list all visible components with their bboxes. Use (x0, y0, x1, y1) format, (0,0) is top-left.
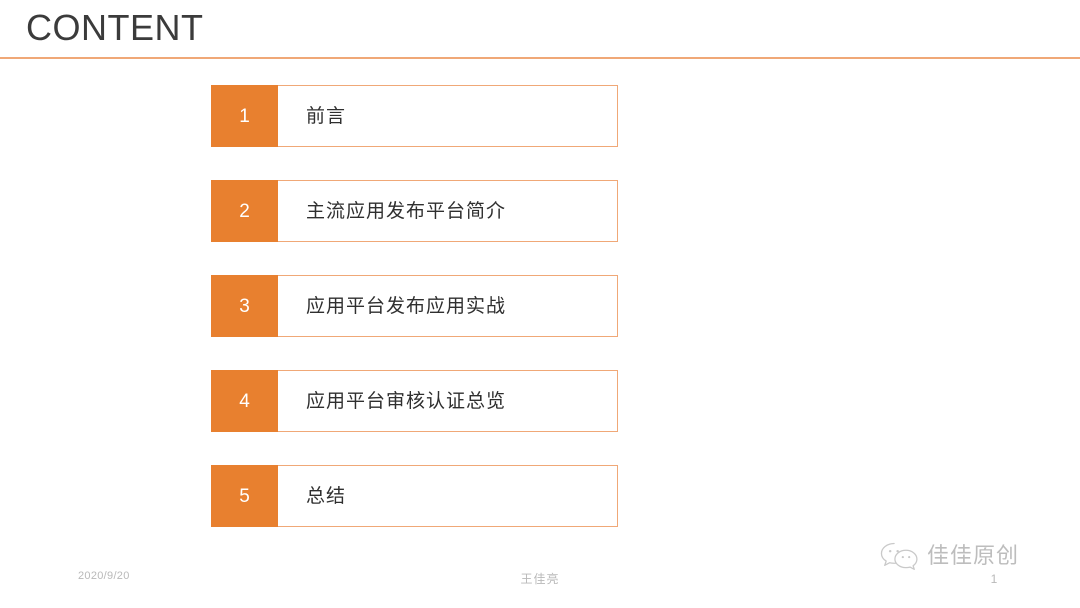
page-title: CONTENT (26, 7, 204, 48)
watermark-text: 佳佳原创 (927, 544, 1020, 569)
item-label: 前言 (306, 104, 347, 127)
list-item[interactable]: 1 前言 (211, 85, 618, 147)
item-label: 总结 (306, 484, 347, 507)
item-number-badge: 4 (211, 370, 278, 432)
item-number: 5 (239, 485, 250, 507)
item-label-box: 总结 (278, 465, 618, 527)
list-item[interactable]: 4 应用平台审核认证总览 (211, 370, 618, 432)
item-label: 应用平台发布应用实战 (306, 294, 507, 317)
item-number-badge: 5 (211, 465, 278, 527)
item-number-badge: 1 (211, 85, 278, 147)
item-number: 3 (239, 295, 250, 317)
content-list: 1 前言 2 主流应用发布平台简介 3 应用平台发布应用实战 4 应用平台审核认… (211, 85, 618, 560)
item-number: 2 (239, 200, 250, 222)
watermark: 佳佳原创 (880, 540, 1019, 574)
list-item[interactable]: 5 总结 (211, 465, 618, 527)
wechat-icon (880, 542, 918, 570)
list-item[interactable]: 2 主流应用发布平台简介 (211, 180, 618, 242)
item-number: 1 (239, 105, 250, 127)
list-item[interactable]: 3 应用平台发布应用实战 (211, 275, 618, 337)
item-label: 主流应用发布平台简介 (306, 199, 507, 222)
item-label: 应用平台审核认证总览 (306, 389, 507, 412)
item-number-badge: 3 (211, 275, 278, 337)
item-label-box: 前言 (278, 85, 618, 147)
page-number: 1 (990, 572, 998, 586)
item-label-box: 应用平台发布应用实战 (278, 275, 618, 337)
title-divider (0, 57, 1080, 59)
item-number-badge: 2 (211, 180, 278, 242)
item-number: 4 (239, 390, 250, 412)
item-label-box: 主流应用发布平台简介 (278, 180, 618, 242)
item-label-box: 应用平台审核认证总览 (278, 370, 618, 432)
